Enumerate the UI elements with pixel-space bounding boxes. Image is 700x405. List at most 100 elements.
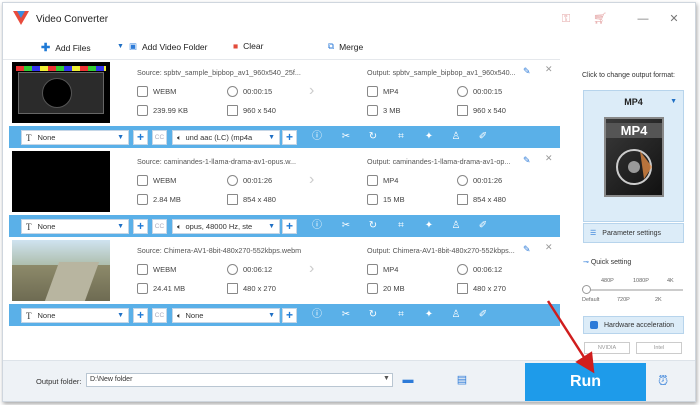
crop-icon[interactable]: ⌗ (394, 308, 408, 322)
source-format: WEBM (137, 264, 176, 275)
watermark-icon[interactable]: ♙ (449, 308, 463, 322)
info-icon[interactable]: ⓘ (310, 130, 324, 144)
subtitle-edit-icon[interactable]: ✐ (476, 308, 490, 322)
output-resolution-value: 480 x 270 (473, 284, 506, 293)
cc-icon[interactable]: CC (152, 308, 167, 323)
key-icon[interactable]: ⚿ (559, 12, 573, 26)
checkbox-icon (590, 321, 598, 329)
watermark-icon[interactable]: ♙ (449, 219, 463, 233)
minimize-icon[interactable]: — (636, 12, 650, 26)
subtitle-edit-icon[interactable]: ✐ (476, 219, 490, 233)
info-icon[interactable]: ⓘ (310, 308, 324, 322)
watermark-icon[interactable]: ♙ (449, 130, 463, 144)
cart-icon[interactable]: 🛒︎ (593, 12, 607, 26)
scissors-icon[interactable]: ✂ (339, 308, 353, 322)
list-item[interactable]: Source: Chimera-AV1-8bit-480x270-552kbps… (9, 238, 560, 326)
video-thumbnail[interactable] (12, 151, 110, 212)
remove-icon[interactable]: ✕ (545, 242, 553, 253)
remove-icon[interactable]: ✕ (545, 64, 553, 75)
format-selector[interactable]: MP4 ▼ MP4 (583, 90, 684, 222)
close-icon[interactable]: ✕ (667, 12, 681, 26)
bottom-bar: Output folder: D:\New folder ▼ ▬ ▤ Run ⏰… (3, 360, 695, 401)
edit-bar: T None ▼ + CC 🔈︎ opus, 48000 Hz, ste ▼ + ⓘ ✂ ↻ ⌗ ✦ ♙ ✐ (9, 215, 560, 237)
format-icon (367, 264, 378, 275)
resolution-icon (227, 105, 238, 116)
text-icon: T (26, 221, 32, 232)
info-icon[interactable]: ⓘ (310, 219, 324, 233)
output-resolution-value: 960 x 540 (473, 106, 506, 115)
output-folder-input[interactable]: D:\New folder (86, 373, 393, 387)
scissors-icon[interactable]: ✂ (339, 130, 353, 144)
subtitle-select[interactable]: T None ▼ (21, 130, 129, 145)
rotate-icon[interactable]: ↻ (366, 130, 380, 144)
clock-icon (457, 86, 468, 97)
list-item[interactable]: Source: spbtv_sample_bipbop_av1_960x540_… (9, 60, 560, 148)
source-size: 239.99 KB (137, 105, 188, 116)
source-resolution: 480 x 270 (227, 283, 276, 294)
subtitle-select[interactable]: T None ▼ (21, 219, 129, 234)
clock-icon (227, 86, 238, 97)
add-subtitle-button[interactable]: + (133, 130, 148, 145)
add-audio-button[interactable]: + (282, 219, 297, 234)
subtitle-edit-icon[interactable]: ✐ (476, 130, 490, 144)
merge-button[interactable]: ⧉ Merge (328, 41, 363, 52)
edit-icon[interactable]: ✎ (523, 155, 531, 166)
output-size-value: 20 MB (383, 284, 405, 293)
alarm-clock-icon[interactable]: ⏰︎ (658, 373, 668, 389)
rotate-icon[interactable]: ↻ (366, 308, 380, 322)
output-panel: Click to change output format: MP4 ▼ MP4… (572, 60, 690, 360)
chevron-right-icon: › (309, 260, 315, 277)
remove-icon[interactable]: ✕ (545, 153, 553, 164)
hardware-acceleration-toggle[interactable]: Hardware acceleration (583, 316, 684, 334)
crop-icon[interactable]: ⌗ (394, 219, 408, 233)
source-duration: 00:06:12 (227, 264, 272, 275)
add-subtitle-button[interactable]: + (133, 308, 148, 323)
audio-select[interactable]: 🔈︎ None ▼ (172, 308, 280, 323)
edit-icon[interactable]: ✎ (523, 66, 531, 77)
clock-icon (227, 175, 238, 186)
effect-icon[interactable]: ✦ (422, 308, 436, 322)
subtitle-select[interactable]: T None ▼ (21, 308, 129, 323)
audio-select[interactable]: 🔈︎ opus, 48000 Hz, ste ▼ (172, 219, 280, 234)
scissors-icon[interactable]: ✂ (339, 219, 353, 233)
tick-720p: 720P (617, 297, 630, 303)
merge-icon: ⧉ (328, 41, 335, 51)
resolution-icon (457, 105, 468, 116)
slider-knob[interactable] (582, 285, 591, 294)
add-audio-button[interactable]: + (282, 130, 297, 145)
output-resolution-value: 854 x 480 (473, 195, 506, 204)
video-thumbnail[interactable] (12, 240, 110, 301)
resolution-icon (227, 194, 238, 205)
source-format: WEBM (137, 86, 176, 97)
clock-icon (457, 175, 468, 186)
effect-icon[interactable]: ✦ (422, 219, 436, 233)
tick-2k: 2K (655, 297, 662, 303)
open-folder-icon[interactable]: ▬ (401, 373, 415, 387)
add-files-button[interactable]: ✚ Add Files (41, 41, 91, 54)
source-resolution: 854 x 480 (227, 194, 276, 205)
run-button[interactable]: Run (525, 363, 646, 401)
rotate-icon[interactable]: ↻ (366, 219, 380, 233)
chevron-down-icon[interactable]: ▼ (383, 375, 390, 382)
subtitle-value: None (37, 311, 56, 320)
add-folder-button[interactable]: ▼ ▣ Add Video Folder (117, 41, 208, 52)
cc-icon[interactable]: CC (152, 130, 167, 145)
quality-slider[interactable] (585, 289, 683, 291)
source-resolution-value: 480 x 270 (243, 284, 276, 293)
audio-select[interactable]: 🔈︎ und aac (LC) (mp4a ▼ (172, 130, 280, 145)
speaker-icon: 🔈︎ (177, 132, 182, 142)
add-audio-button[interactable]: + (282, 308, 297, 323)
crop-icon[interactable]: ⌗ (394, 130, 408, 144)
list-item[interactable]: Source: caminandes-1-llama-drama-av1-opu… (9, 149, 560, 237)
effect-icon[interactable]: ✦ (422, 130, 436, 144)
merge-label: Merge (339, 41, 364, 52)
intel-badge: Intel (636, 342, 682, 354)
browse-folder-icon[interactable]: ▤ (455, 373, 469, 387)
video-thumbnail[interactable] (12, 62, 110, 123)
edit-icon[interactable]: ✎ (523, 244, 531, 255)
add-subtitle-button[interactable]: + (133, 219, 148, 234)
output-size: 15 MB (367, 194, 405, 205)
clear-button[interactable]: ■ Clear (233, 41, 263, 51)
parameter-settings-button[interactable]: ☰ Parameter settings (583, 223, 684, 243)
cc-icon[interactable]: CC (152, 219, 167, 234)
